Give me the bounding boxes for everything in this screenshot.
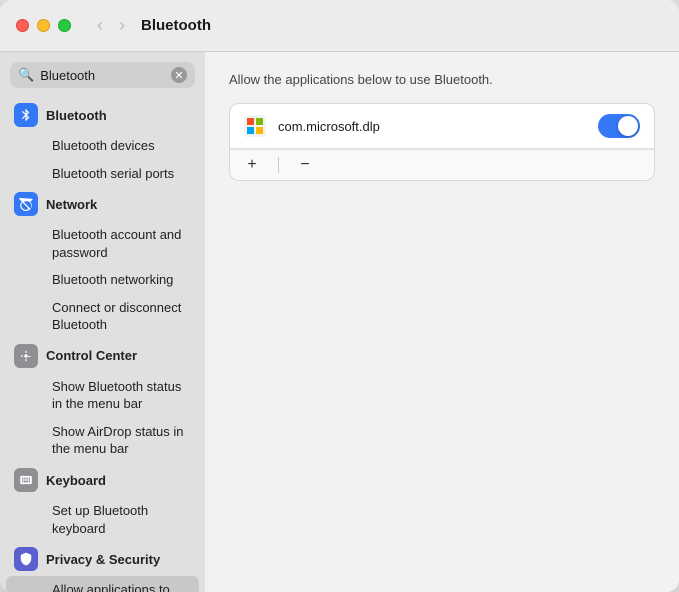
maximize-button[interactable]: [58, 19, 71, 32]
sidebar-item-bluetooth-account[interactable]: Bluetooth account and password: [6, 221, 199, 266]
sidebar-item-bluetooth-networking[interactable]: Bluetooth networking: [6, 266, 199, 294]
sidebar-item-privacy-security[interactable]: Privacy & Security: [0, 542, 205, 576]
keyboard-icon: [14, 468, 38, 492]
window: ‹ › Bluetooth 🔍 ✕ Bluetooth: [0, 0, 679, 592]
traffic-lights: [16, 19, 71, 32]
sidebar-section-bluetooth-label: Bluetooth: [46, 108, 107, 123]
app-toggle[interactable]: [598, 114, 640, 138]
back-button[interactable]: ‹: [91, 13, 109, 38]
app-name: com.microsoft.dlp: [278, 119, 586, 134]
add-remove-row: + −: [230, 149, 654, 180]
bluetooth-icon: [14, 103, 38, 127]
sidebar-item-keyboard[interactable]: Keyboard: [0, 463, 205, 497]
sidebar-item-control-center[interactable]: Control Center: [0, 339, 205, 373]
search-input[interactable]: [40, 68, 165, 83]
table-row: com.microsoft.dlp: [230, 104, 654, 149]
sidebar-item-connect-disconnect[interactable]: Connect or disconnect Bluetooth: [6, 294, 199, 339]
search-icon: 🔍: [18, 67, 34, 83]
description-text: Allow the applications below to use Blue…: [229, 72, 655, 87]
sidebar-section-network-label: Network: [46, 197, 97, 212]
main-content: Allow the applications below to use Blue…: [205, 52, 679, 592]
content-area: 🔍 ✕ Bluetooth Bluetooth devices Bluetoot…: [0, 52, 679, 592]
nav-buttons: ‹ ›: [91, 13, 131, 38]
sidebar-item-show-bluetooth-status[interactable]: Show Bluetooth status in the menu bar: [6, 373, 199, 418]
network-icon: [14, 192, 38, 216]
sidebar-item-show-airdrop-status[interactable]: Show AirDrop status in the menu bar: [6, 418, 199, 463]
sidebar: 🔍 ✕ Bluetooth Bluetooth devices Bluetoot…: [0, 52, 205, 592]
control-center-icon: [14, 344, 38, 368]
minimize-button[interactable]: [37, 19, 50, 32]
sidebar-item-bluetooth-devices[interactable]: Bluetooth devices: [6, 132, 199, 160]
sidebar-item-bluetooth-serial-ports[interactable]: Bluetooth serial ports: [6, 160, 199, 188]
search-clear-button[interactable]: ✕: [171, 67, 187, 83]
privacy-icon: [14, 547, 38, 571]
sidebar-item-bluetooth[interactable]: Bluetooth: [0, 98, 205, 132]
add-app-button[interactable]: +: [240, 154, 264, 176]
window-title: Bluetooth: [141, 17, 211, 34]
sidebar-item-allow-bluetooth-apps[interactable]: Allow applications to access Bluetooth: [6, 576, 199, 592]
sidebar-section-keyboard-label: Keyboard: [46, 473, 106, 488]
close-button[interactable]: [16, 19, 29, 32]
sidebar-item-setup-bluetooth-keyboard[interactable]: Set up Bluetooth keyboard: [6, 497, 199, 542]
separator: [278, 157, 279, 173]
sidebar-section-privacy-label: Privacy & Security: [46, 552, 160, 567]
toggle-slider: [598, 114, 640, 138]
app-icon: [244, 115, 266, 137]
app-list: com.microsoft.dlp + −: [229, 103, 655, 181]
search-bar: 🔍 ✕: [10, 62, 195, 88]
remove-app-button[interactable]: −: [293, 154, 317, 176]
titlebar: ‹ › Bluetooth: [0, 0, 679, 52]
sidebar-item-network[interactable]: Network: [0, 187, 205, 221]
sidebar-section-control-center-label: Control Center: [46, 348, 137, 363]
forward-button[interactable]: ›: [113, 13, 131, 38]
